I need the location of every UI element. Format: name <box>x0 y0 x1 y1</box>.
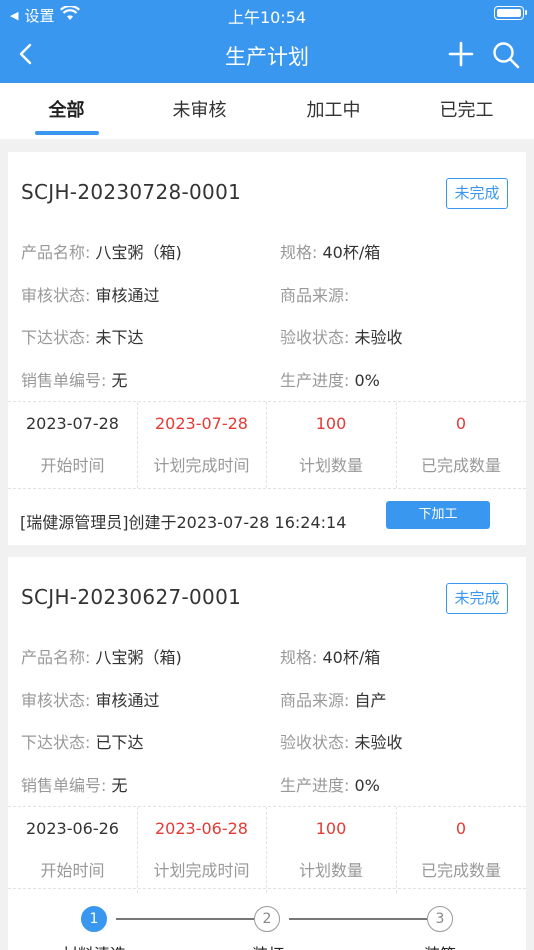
product-name-field: 产品名称: 八宝粥（箱) <box>21 243 182 262</box>
step-2-label: 装杯 <box>252 941 284 950</box>
status-bar: ◀ 设置 上午10:54 <box>0 0 534 28</box>
plan-number: SCJH-20230728-0001 <box>21 180 242 204</box>
tab-indicator <box>35 131 99 135</box>
sales-order-field: 销售单编号: 无 <box>21 371 128 390</box>
progress-field: 生产进度: 0% <box>280 776 380 795</box>
start-processing-button[interactable]: 下加工 <box>386 501 490 529</box>
start-time-stat: 2023-07-28 开始时间 <box>26 414 119 475</box>
tab-bar: 全部 未审核 加工中 已完工 <box>0 83 534 139</box>
search-icon <box>493 42 520 69</box>
sales-order-field: 销售单编号: 无 <box>21 776 128 795</box>
product-name-field: 产品名称: 八宝粥（箱) <box>21 648 182 667</box>
review-status-field: 审核状态: 审核通过 <box>21 691 160 710</box>
header: ◀ 设置 上午10:54 生产计划 <box>0 0 534 83</box>
status-badge: 未完成 <box>446 583 508 614</box>
divider <box>8 888 526 889</box>
clock: 上午10:54 <box>227 8 307 27</box>
created-info: [瑞健源管理员]创建于2023-07-28 16:24:14 <box>20 513 347 532</box>
acceptance-status-field: 验收状态: 未验收 <box>280 328 403 347</box>
start-time-stat: 2023-06-26 开始时间 <box>26 819 119 880</box>
stats-row: 2023-06-26 开始时间 2023-06-28 计划完成时间 100 计划… <box>8 807 526 893</box>
done-qty-stat: 0 已完成数量 <box>420 819 501 880</box>
tab-processing[interactable]: 加工中 <box>267 83 400 139</box>
status-badge: 未完成 <box>446 178 508 209</box>
battery-icon <box>494 6 527 20</box>
process-stepper: 1 2 3 材料清选 装杯 装箱 <box>8 897 526 950</box>
step-3-indicator[interactable]: 3 <box>427 906 453 932</box>
tab-completed[interactable]: 已完工 <box>400 83 533 139</box>
plan-card[interactable]: SCJH-20230627-0001 未完成 产品名称: 八宝粥（箱) 规格: … <box>8 557 526 950</box>
planned-finish-stat: 2023-06-28 计划完成时间 <box>153 819 250 880</box>
plus-icon <box>448 41 474 67</box>
review-status-field: 审核状态: 审核通过 <box>21 286 160 305</box>
divider <box>8 488 526 489</box>
spec-field: 规格: 40杯/箱 <box>280 648 381 667</box>
plan-number: SCJH-20230627-0001 <box>21 585 242 609</box>
spec-field: 规格: 40杯/箱 <box>280 243 381 262</box>
search-button[interactable] <box>491 40 521 70</box>
source-field: 商品来源: <box>280 286 350 305</box>
progress-field: 生产进度: 0% <box>280 371 380 390</box>
step-1-label: 材料清选 <box>62 941 126 950</box>
add-button[interactable] <box>447 40 475 68</box>
source-field: 商品来源: 自产 <box>280 691 387 710</box>
step-2-indicator[interactable]: 2 <box>254 906 280 932</box>
tab-unreviewed[interactable]: 未审核 <box>133 83 266 139</box>
step-1-indicator[interactable]: 1 <box>81 906 107 932</box>
nav-bar: 生产计划 <box>0 30 534 80</box>
planned-finish-stat: 2023-07-28 计划完成时间 <box>153 414 250 475</box>
plan-card[interactable]: SCJH-20230728-0001 未完成 产品名称: 八宝粥（箱) 规格: … <box>8 152 526 545</box>
step-connector <box>289 918 427 920</box>
stats-row: 2023-07-28 开始时间 2023-07-28 计划完成时间 100 计划… <box>8 402 526 488</box>
issue-status-field: 下达状态: 未下达 <box>21 328 144 347</box>
acceptance-status-field: 验收状态: 未验收 <box>280 733 403 752</box>
issue-status-field: 下达状态: 已下达 <box>21 733 144 752</box>
planned-qty-stat: 100 计划数量 <box>298 819 363 880</box>
done-qty-stat: 0 已完成数量 <box>420 414 501 475</box>
planned-qty-stat: 100 计划数量 <box>298 414 363 475</box>
step-connector <box>116 918 254 920</box>
step-3-label: 装箱 <box>424 941 456 950</box>
